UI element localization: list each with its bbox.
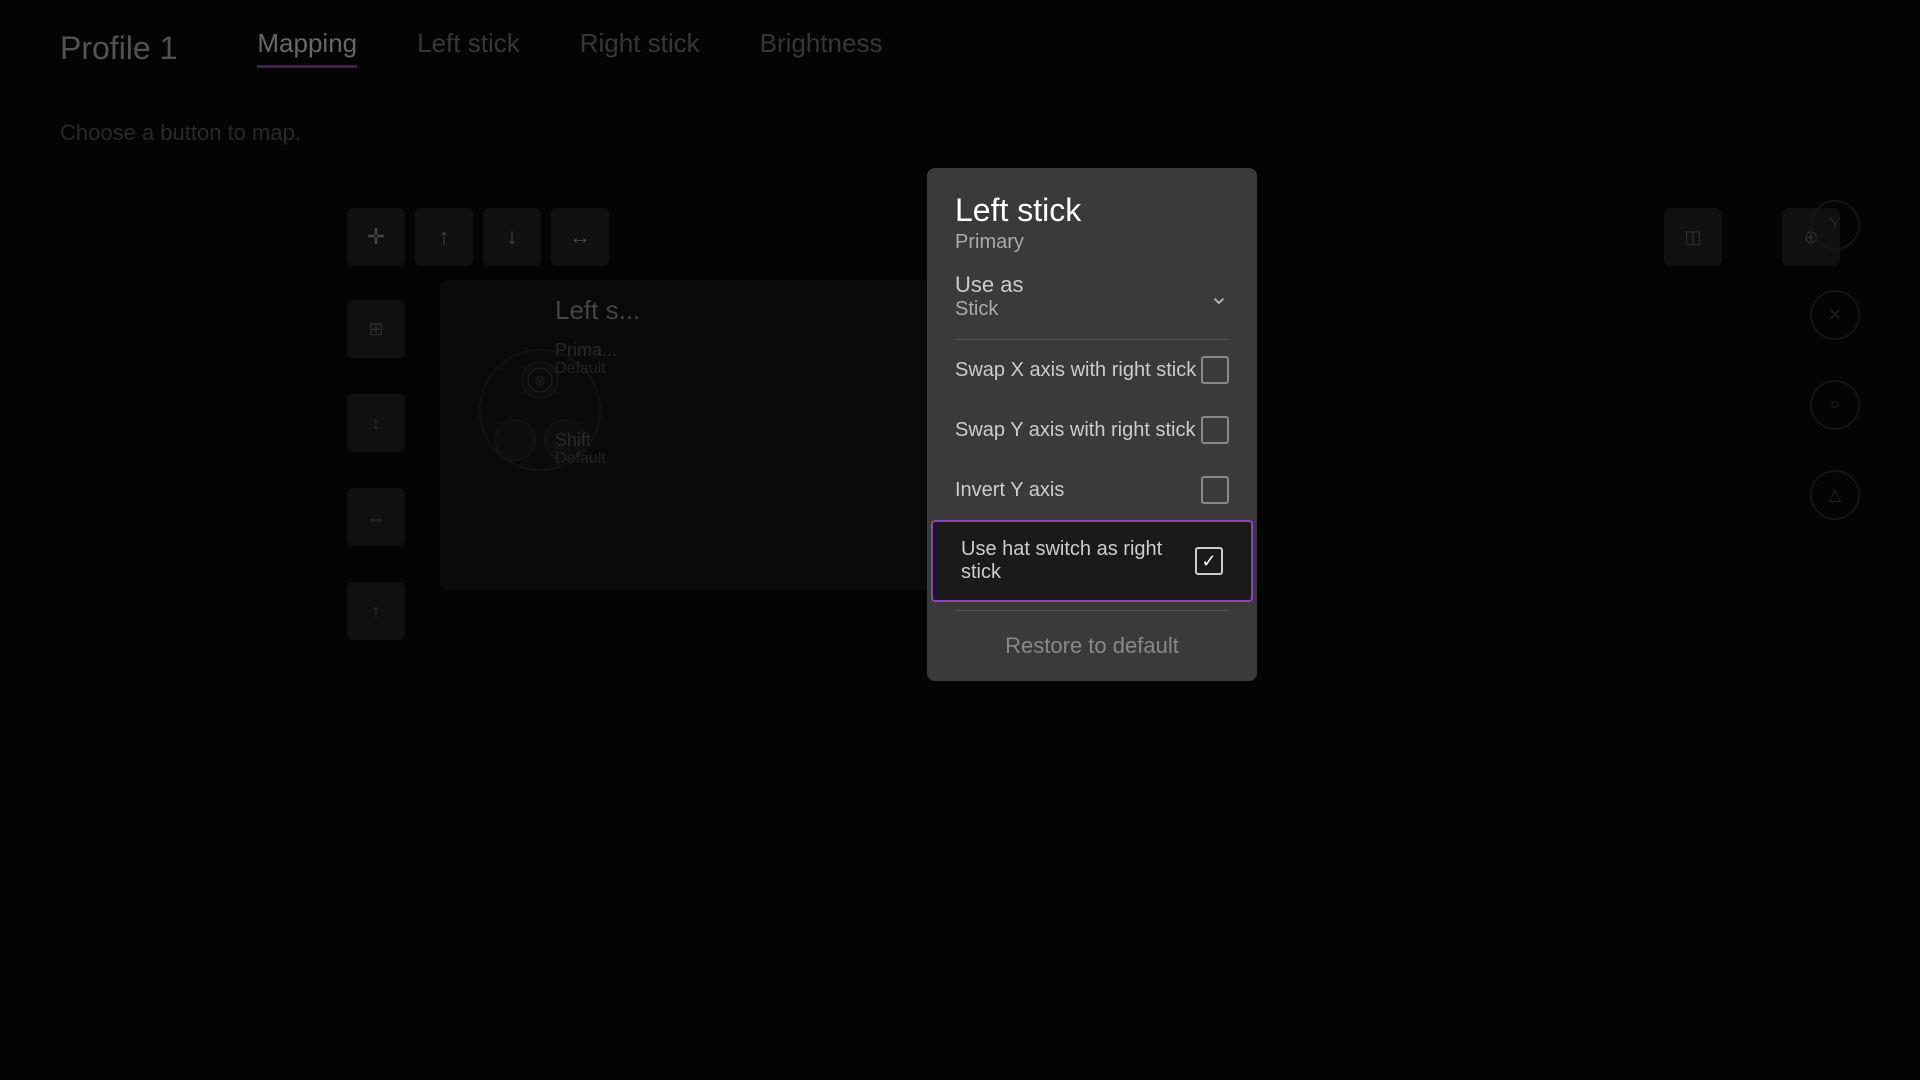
- restore-button[interactable]: Restore to default: [927, 611, 1257, 681]
- swap-y-checkbox[interactable]: [1201, 416, 1229, 444]
- swap-y-row[interactable]: Swap Y axis with right stick: [927, 400, 1257, 460]
- hat-switch-label: Use hat switch as right stick: [961, 538, 1195, 584]
- swap-x-row[interactable]: Swap X axis with right stick: [927, 340, 1257, 400]
- invert-y-checkbox[interactable]: [1201, 476, 1229, 504]
- use-as-value: Stick: [955, 298, 1023, 321]
- modal-title: Left stick: [955, 192, 1229, 229]
- left-stick-modal: Left stick Primary Use as Stick ⌄ Swap X…: [927, 168, 1257, 681]
- modal-subtitle: Primary: [955, 231, 1229, 254]
- modal-header: Left stick Primary: [927, 168, 1257, 254]
- swap-y-label: Swap Y axis with right stick: [955, 419, 1195, 442]
- use-as-labels: Use as Stick: [955, 272, 1023, 321]
- swap-x-checkbox[interactable]: [1201, 356, 1229, 384]
- invert-y-label: Invert Y axis: [955, 479, 1064, 502]
- use-as-row[interactable]: Use as Stick ⌄: [927, 254, 1257, 339]
- chevron-down-icon: ⌄: [1209, 282, 1229, 311]
- invert-y-row[interactable]: Invert Y axis: [927, 460, 1257, 520]
- hat-switch-row[interactable]: Use hat switch as right stick: [931, 520, 1253, 602]
- swap-x-label: Swap X axis with right stick: [955, 359, 1196, 382]
- use-as-label: Use as: [955, 272, 1023, 298]
- hat-switch-checkbox[interactable]: [1195, 547, 1223, 575]
